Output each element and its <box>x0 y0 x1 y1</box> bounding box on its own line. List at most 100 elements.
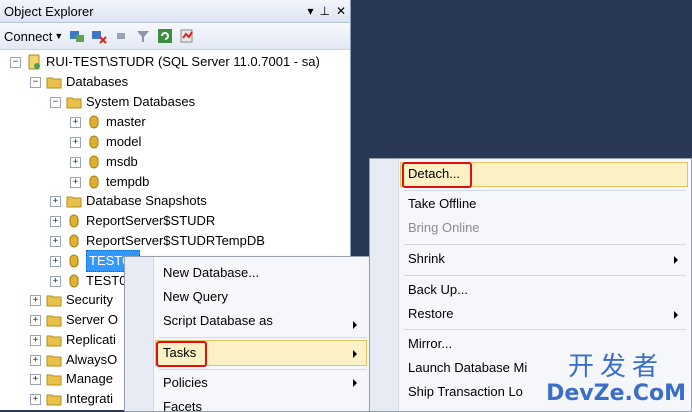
filter-icon[interactable] <box>135 28 151 44</box>
tree-server-objects-node[interactable]: + Server O <box>30 310 118 330</box>
connect-button[interactable]: Connect ▼ <box>4 29 63 44</box>
chevron-down-icon: ▼ <box>54 31 63 41</box>
menu-item-restore[interactable]: Restore <box>408 302 454 326</box>
menu-item-label: Mirror... <box>408 336 452 351</box>
collapse-icon[interactable]: − <box>10 57 21 68</box>
menu-item-script-database[interactable]: Script Database as <box>163 309 363 333</box>
close-icon[interactable]: ✕ <box>336 0 346 23</box>
expand-icon[interactable]: + <box>50 196 61 207</box>
folder-label: Integrati <box>66 389 113 409</box>
disconnect-icon[interactable] <box>91 28 107 44</box>
submenu-arrow-icon <box>674 311 678 319</box>
expand-icon[interactable]: + <box>30 335 41 346</box>
tree-replication-node[interactable]: + Replicati <box>30 330 116 350</box>
expand-icon[interactable]: + <box>70 117 81 128</box>
folder-icon <box>46 74 62 90</box>
expand-icon[interactable]: + <box>30 394 41 405</box>
database-icon <box>66 233 82 249</box>
expand-icon[interactable]: + <box>30 355 41 366</box>
tree-databases-node[interactable]: − Databases <box>30 72 128 92</box>
folder-icon <box>46 391 62 407</box>
expand-icon[interactable]: + <box>50 256 61 267</box>
menu-item-mirror[interactable]: Mirror... <box>408 332 452 356</box>
expand-icon[interactable]: + <box>50 276 61 287</box>
tree-system-databases-node[interactable]: − System Databases <box>50 92 195 112</box>
submenu-arrow-icon <box>353 350 357 358</box>
menu-separator <box>404 190 686 191</box>
database-icon <box>86 174 102 190</box>
tree-snapshots-node[interactable]: + Database Snapshots <box>50 191 207 211</box>
menu-item-ship-transaction-logs[interactable]: Ship Transaction Lo <box>408 380 523 404</box>
expand-icon[interactable]: + <box>70 137 81 148</box>
tree-db-msdb[interactable]: + msdb <box>70 152 138 172</box>
tree-db-model[interactable]: + model <box>70 132 141 152</box>
folder-label: Replicati <box>66 330 116 350</box>
menu-separator <box>404 329 686 330</box>
pin-icon[interactable]: ⊥ <box>319 0 329 23</box>
menu-item-take-offline[interactable]: Take Offline <box>408 192 476 216</box>
menu-item-shrink[interactable]: Shrink <box>408 247 445 271</box>
tree-db-reportserver[interactable]: + ReportServer$STUDR <box>50 211 215 231</box>
database-icon <box>86 134 102 150</box>
db-label: tempdb <box>106 172 149 192</box>
tree-integration-node[interactable]: + Integrati <box>30 389 113 409</box>
system-databases-label: System Databases <box>86 92 195 112</box>
stop-icon <box>113 28 129 44</box>
expand-icon[interactable]: + <box>50 236 61 247</box>
database-icon <box>66 213 82 229</box>
menu-item-back-up[interactable]: Back Up... <box>408 278 468 302</box>
dropdown-icon[interactable]: ▾ <box>307 0 313 23</box>
menu-item-label: New Database... <box>163 265 259 280</box>
tree-db-tempdb[interactable]: + tempdb <box>70 172 149 192</box>
expand-icon[interactable]: + <box>30 295 41 306</box>
menu-separator <box>159 337 367 338</box>
databases-label: Databases <box>66 72 128 92</box>
tree-security-node[interactable]: + Security <box>30 290 113 310</box>
database-icon <box>86 154 102 170</box>
collapse-icon[interactable]: − <box>50 97 61 108</box>
database-icon <box>66 253 82 269</box>
menu-item-label: Script Database as <box>163 313 273 328</box>
menu-item-label: Shrink <box>408 251 445 266</box>
menu-item-new-database[interactable]: New Database... <box>163 261 259 285</box>
menu-item-facets[interactable]: Facets <box>163 395 202 412</box>
tree-db-test0[interactable]: + TEST0 <box>50 271 126 291</box>
connect-object-icon[interactable] <box>69 28 85 44</box>
folder-label: Server O <box>66 310 118 330</box>
tasks-highlight-outline <box>156 341 207 367</box>
folder-icon <box>46 371 62 387</box>
menu-item-label: New Query <box>163 289 228 304</box>
connect-label: Connect <box>4 29 52 44</box>
db-label: ReportServer$STUDRTempDB <box>86 231 265 251</box>
expand-icon[interactable]: + <box>30 374 41 385</box>
menu-item-label: Policies <box>163 375 208 390</box>
menu-item-label: Facets <box>163 399 202 412</box>
tree-server-node[interactable]: − RUI-TEST\STUDR (SQL Server 11.0.7001 -… <box>10 52 320 72</box>
server-label: RUI-TEST\STUDR (SQL Server 11.0.7001 - s… <box>46 52 320 72</box>
tree-db-master[interactable]: + master <box>70 112 146 132</box>
expand-icon[interactable]: + <box>70 177 81 188</box>
tree-management-node[interactable]: + Manage <box>30 369 113 389</box>
db-label: model <box>106 132 141 152</box>
submenu-arrow-icon <box>353 321 357 329</box>
folder-label: AlwaysO <box>66 350 117 370</box>
database-icon <box>86 114 102 130</box>
submenu-arrow-icon <box>674 256 678 264</box>
menu-separator <box>404 275 686 276</box>
expand-icon[interactable]: + <box>30 315 41 326</box>
tree-alwayson-node[interactable]: + AlwaysO <box>30 350 117 370</box>
menu-item-launch-database-mirroring[interactable]: Launch Database Mi <box>408 356 527 380</box>
expand-icon[interactable]: + <box>50 216 61 227</box>
tree-db-reportserver-tempdb[interactable]: + ReportServer$STUDRTempDB <box>50 231 265 251</box>
expand-icon[interactable]: + <box>70 157 81 168</box>
menu-item-new-query[interactable]: New Query <box>163 285 228 309</box>
menu-separator <box>159 369 367 370</box>
folder-icon <box>46 312 62 328</box>
refresh-icon[interactable] <box>157 28 173 44</box>
collapse-icon[interactable]: − <box>30 77 41 88</box>
db-label: master <box>106 112 146 132</box>
menu-item-policies[interactable]: Policies <box>163 371 208 395</box>
activity-monitor-icon[interactable] <box>179 28 195 44</box>
menu-item-label: Ship Transaction Lo <box>408 384 523 399</box>
watermark-top: 开发者 <box>546 352 686 382</box>
